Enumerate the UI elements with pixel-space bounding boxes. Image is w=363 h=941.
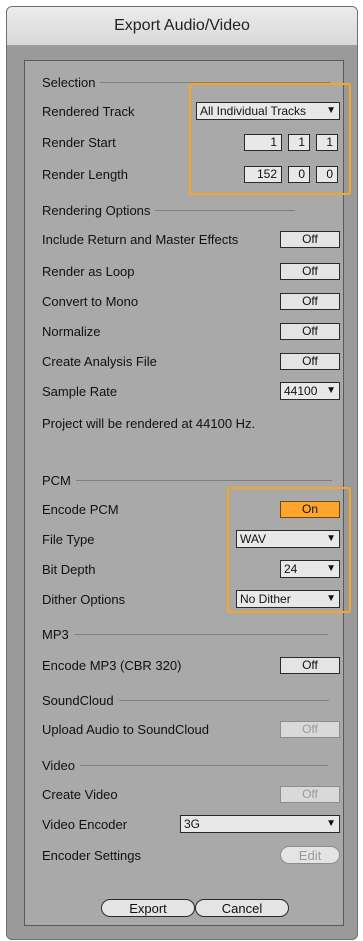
encode-mp3-row: Encode MP3 (CBR 320) Off: [25, 653, 343, 677]
section-title-video: Video: [42, 758, 76, 773]
encode-mp3-label: Encode MP3 (CBR 320): [42, 657, 182, 673]
sample-rate-label: Sample Rate: [42, 383, 118, 399]
video-encoder-dropdown[interactable]: 3G ▼: [180, 815, 340, 833]
section-soundcloud: SoundCloud: [42, 693, 329, 708]
include-effects-row: Include Return and Master Effects Off: [25, 227, 343, 251]
pcm-highlight-box: [227, 487, 351, 613]
upload-soundcloud-label: Upload Audio to SoundCloud: [42, 721, 209, 737]
video-encoder-label: Video Encoder: [42, 816, 128, 832]
include-effects-label: Include Return and Master Effects: [42, 231, 239, 247]
section-divider: [155, 210, 296, 211]
convert-to-mono-row: Convert to Mono Off: [25, 289, 343, 313]
include-effects-toggle[interactable]: Off: [280, 230, 340, 248]
convert-to-mono-toggle[interactable]: Off: [280, 292, 340, 310]
video-encoder-value: 3G: [184, 817, 201, 831]
create-video-row: Create Video Off: [25, 782, 343, 806]
render-start-label: Render Start: [42, 134, 116, 150]
encoder-settings-label: Encoder Settings: [42, 847, 142, 863]
section-title-soundcloud: SoundCloud: [42, 693, 114, 708]
normalize-toggle[interactable]: Off: [280, 322, 340, 340]
normalize-row: Normalize Off: [25, 319, 343, 343]
upload-soundcloud-toggle[interactable]: Off: [280, 720, 340, 738]
create-analysis-row: Create Analysis File Off: [25, 349, 343, 373]
section-mp3: MP3: [42, 627, 328, 642]
section-divider: [80, 765, 329, 766]
section-divider: [75, 480, 332, 481]
render-as-loop-row: Render as Loop Off: [25, 259, 343, 283]
section-pcm: PCM: [42, 473, 332, 488]
selection-highlight-box: [189, 83, 351, 195]
video-encoder-row: Video Encoder 3G ▼: [25, 812, 343, 836]
section-rendering-options: Rendering Options: [42, 203, 296, 218]
sample-rate-value: 44100: [284, 384, 318, 398]
cancel-button[interactable]: Cancel: [195, 899, 289, 917]
rendered-track-label: Rendered Track: [42, 103, 135, 119]
section-divider: [118, 700, 329, 701]
section-title-selection: Selection: [42, 75, 96, 90]
triangle-down-icon: ▼: [326, 385, 336, 396]
create-video-toggle[interactable]: Off: [280, 785, 340, 803]
dialog-title: Export Audio/Video: [7, 7, 357, 46]
section-divider: [73, 634, 328, 635]
section-title-mp3: MP3: [42, 627, 69, 642]
sample-rate-row: Sample Rate 44100 ▼: [25, 379, 343, 403]
file-type-label: File Type: [42, 531, 95, 547]
render-info-text: Project will be rendered at 44100 Hz.: [42, 415, 256, 431]
export-button[interactable]: Export: [101, 899, 195, 917]
encode-mp3-toggle[interactable]: Off: [280, 656, 340, 674]
section-title-pcm: PCM: [42, 473, 71, 488]
sample-rate-dropdown[interactable]: 44100 ▼: [280, 382, 340, 400]
convert-to-mono-label: Convert to Mono: [42, 293, 139, 309]
render-length-label: Render Length: [42, 166, 129, 182]
encoder-settings-edit-button[interactable]: Edit: [280, 846, 340, 864]
encode-pcm-label: Encode PCM: [42, 501, 119, 517]
section-title-rendering: Rendering Options: [42, 203, 151, 218]
upload-soundcloud-row: Upload Audio to SoundCloud Off: [25, 717, 343, 741]
create-video-label: Create Video: [42, 786, 118, 802]
render-as-loop-label: Render as Loop: [42, 263, 135, 279]
render-info-row: Project will be rendered at 44100 Hz.: [25, 411, 343, 435]
normalize-label: Normalize: [42, 323, 101, 339]
section-video: Video: [42, 758, 329, 773]
bit-depth-label: Bit Depth: [42, 561, 96, 577]
create-analysis-label: Create Analysis File: [42, 353, 157, 369]
render-as-loop-toggle[interactable]: Off: [280, 262, 340, 280]
encoder-settings-row: Encoder Settings Edit: [25, 843, 343, 867]
export-dialog: Export Audio/Video Selection Rendered Tr…: [6, 6, 358, 940]
triangle-down-icon: ▼: [326, 818, 336, 829]
create-analysis-toggle[interactable]: Off: [280, 352, 340, 370]
dither-options-label: Dither Options: [42, 591, 126, 607]
